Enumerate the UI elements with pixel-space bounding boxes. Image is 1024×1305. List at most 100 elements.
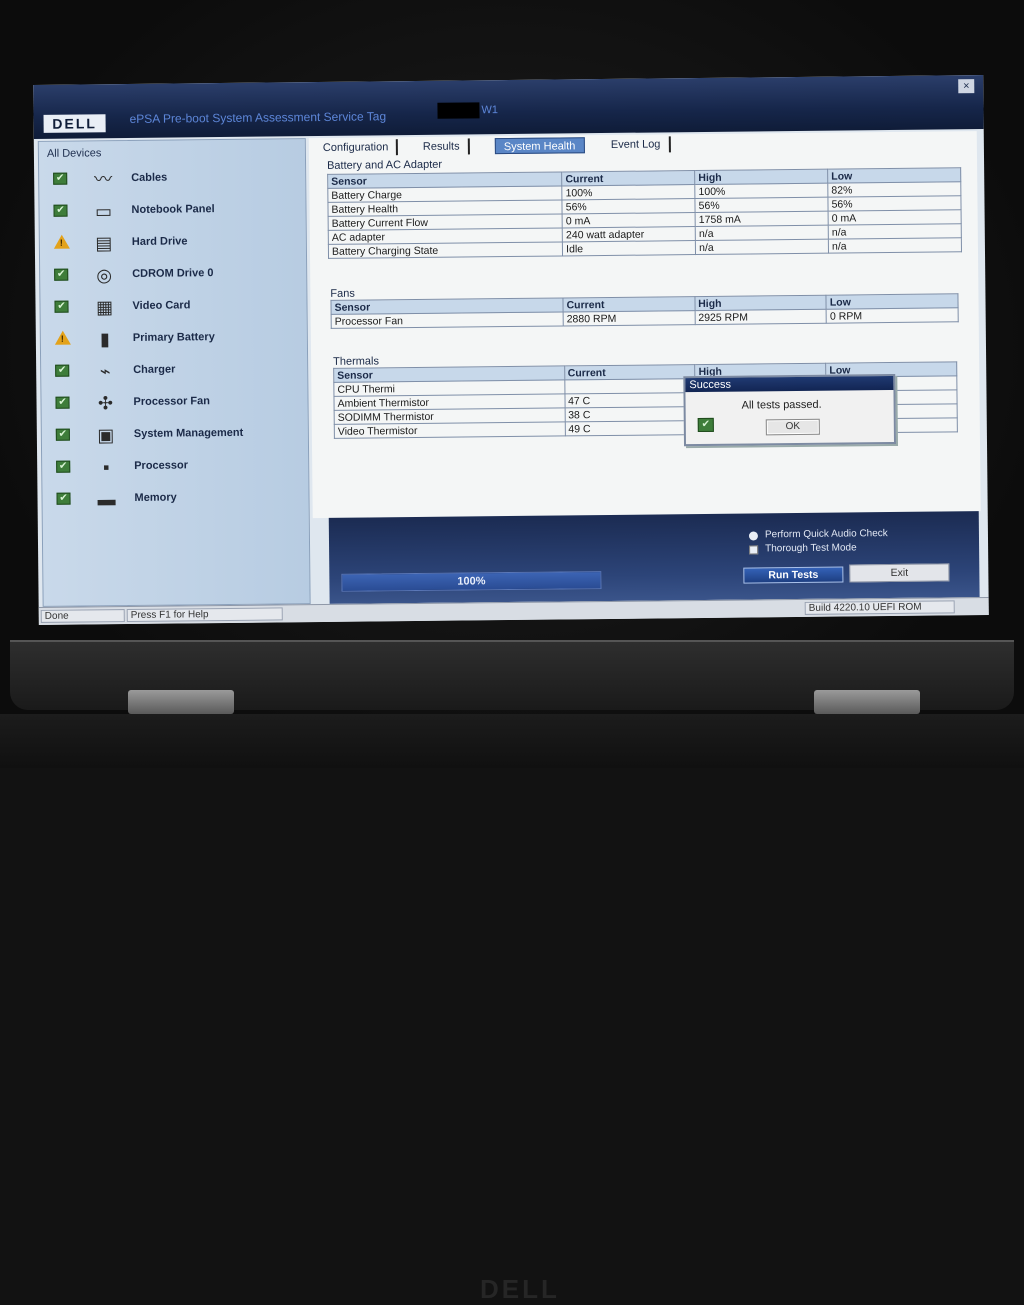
keyboard-deck xyxy=(0,714,1024,768)
device-item[interactable]: ✔ ▭ Notebook Panel xyxy=(53,195,303,226)
success-dialog: Success All tests passed. ✔ OK xyxy=(683,373,897,447)
table-cell: n/a xyxy=(695,225,829,241)
device-item[interactable]: ✔ 〰 Cables xyxy=(53,163,303,194)
table-cell: 56% xyxy=(827,195,962,212)
device-label: Cables xyxy=(131,171,168,184)
tab-configuration[interactable]: Configuration xyxy=(314,139,399,157)
device-label: Memory xyxy=(134,491,177,504)
hard-drive-icon: ▤ xyxy=(95,233,113,254)
device-item[interactable]: ! ▮ Primary Battery xyxy=(54,323,305,354)
device-label: Processor Fan xyxy=(133,395,211,408)
dell-logo: DELL xyxy=(43,114,106,133)
app-title: ePSA Pre-boot System Assessment Service … xyxy=(129,109,387,126)
check-icon: ✔ xyxy=(55,396,70,409)
device-item[interactable]: ✔ ✣ Processor Fan xyxy=(55,387,305,418)
table-cell: 56% xyxy=(562,198,696,214)
battery-icon: ▮ xyxy=(99,329,110,350)
table-cell: n/a xyxy=(695,239,829,255)
dialog-message: All tests passed. xyxy=(741,398,822,412)
monitor-icon: ▭ xyxy=(94,201,113,222)
fan-icon: ✣ xyxy=(97,393,114,414)
device-item[interactable]: ! ▤ Hard Drive xyxy=(53,227,304,258)
audio-check-label: Perform Quick Audio Check xyxy=(764,528,888,541)
check-icon: ✔ xyxy=(54,268,69,281)
check-icon: ✔ xyxy=(53,172,68,185)
check-icon: ✔ xyxy=(56,460,71,473)
table-cell: 100% xyxy=(694,183,828,199)
title-bar: DELL ePSA Pre-boot System Assessment Ser… xyxy=(33,75,984,139)
table-cell: Processor Fan xyxy=(331,311,564,329)
column-header: Low xyxy=(827,167,961,184)
service-tag-redaction xyxy=(437,102,480,119)
device-list-header: All Devices xyxy=(46,147,102,160)
optical-drive-icon: ◎ xyxy=(96,265,113,286)
column-header: Current xyxy=(564,364,696,380)
table-cell: 0 RPM xyxy=(826,307,959,324)
check-icon: ✔ xyxy=(55,428,70,441)
radio-icon xyxy=(748,531,759,541)
check-icon: ✔ xyxy=(55,364,70,377)
tab-system-health[interactable]: System Health xyxy=(494,137,585,155)
ok-button[interactable]: OK xyxy=(765,418,820,436)
device-label: Charger xyxy=(133,363,176,376)
battery-table: Sensor Current High Low Battery Charge 100% 10… xyxy=(327,167,962,259)
device-label: Processor xyxy=(134,459,189,472)
table-cell: 240 watt adapter xyxy=(562,226,696,242)
video-card-icon: ▦ xyxy=(95,297,114,318)
device-item[interactable]: ✔ ▬ Memory xyxy=(56,483,306,514)
tab-event-log[interactable]: Event Log xyxy=(602,136,671,154)
device-item[interactable]: ✔ ▦ Video Card xyxy=(54,291,304,322)
right-hinge xyxy=(814,690,920,714)
thorough-mode-label: Thorough Test Mode xyxy=(765,542,857,555)
status-hint: Press F1 for Help xyxy=(126,607,283,623)
table-cell: 47 C xyxy=(564,392,696,408)
device-item[interactable]: ✔ ◎ CDROM Drive 0 xyxy=(54,259,304,290)
table-cell: n/a xyxy=(828,237,962,254)
exit-button[interactable]: Exit xyxy=(849,563,950,583)
device-item[interactable]: ✔ ▣ System Management xyxy=(55,419,306,450)
battery-section-title: Battery and AC Adapter xyxy=(326,158,443,172)
table-cell: 49 C xyxy=(564,420,696,436)
table-cell: 0 mA xyxy=(828,209,962,226)
thermals-section-title: Thermals xyxy=(333,355,380,368)
table-cell: Video Thermistor xyxy=(334,421,565,439)
table-cell: 1758 mA xyxy=(695,211,829,227)
close-button[interactable]: × xyxy=(958,79,975,94)
table-cell: 2880 RPM xyxy=(563,310,695,326)
column-header: Low xyxy=(826,293,959,310)
device-label: Notebook Panel xyxy=(131,203,215,216)
bezel-logo: DELL xyxy=(480,1274,560,1304)
column-header: High xyxy=(694,295,827,311)
check-icon: ✔ xyxy=(53,204,68,217)
table-cell: Idle xyxy=(562,240,696,256)
checkbox-icon xyxy=(749,545,759,555)
column-header: Current xyxy=(562,296,695,312)
table-cell: n/a xyxy=(828,223,962,240)
dialog-title: Success xyxy=(685,375,894,393)
charger-icon: ⌁ xyxy=(99,361,111,382)
system-health-panel: Configuration Results System Health Even… xyxy=(308,131,981,519)
fans-table: Sensor Current High Low Processor Fan 2880 RP… xyxy=(330,293,959,329)
device-label: Hard Drive xyxy=(131,235,188,248)
system-board-icon: ▣ xyxy=(97,425,115,446)
table-cell: Battery Charging State xyxy=(328,241,563,259)
run-tests-button[interactable]: Run Tests xyxy=(743,566,844,584)
device-item[interactable]: ✔ ▪ Processor xyxy=(56,451,306,482)
table-cell: 56% xyxy=(695,197,829,213)
device-item[interactable]: ✔ ⌁ Charger xyxy=(55,355,305,386)
cable-icon: 〰 xyxy=(94,169,113,190)
progress-text: 100% xyxy=(457,575,486,588)
table-cell: 2925 RPM xyxy=(694,309,827,325)
table-cell: 82% xyxy=(827,181,961,198)
tab-results[interactable]: Results xyxy=(414,138,470,155)
table-cell: 100% xyxy=(561,184,696,200)
column-header: High xyxy=(694,169,828,185)
table-cell: 0 mA xyxy=(562,212,696,228)
check-icon: ✔ xyxy=(54,300,69,313)
status-build: Build 4220.10 UEFI ROM xyxy=(804,600,955,615)
check-icon: ✔ xyxy=(697,417,714,433)
progress-bar: 100% xyxy=(341,571,602,592)
device-label: Primary Battery xyxy=(132,331,215,344)
table-cell: 38 C xyxy=(564,406,696,422)
device-label: Video Card xyxy=(132,299,191,312)
